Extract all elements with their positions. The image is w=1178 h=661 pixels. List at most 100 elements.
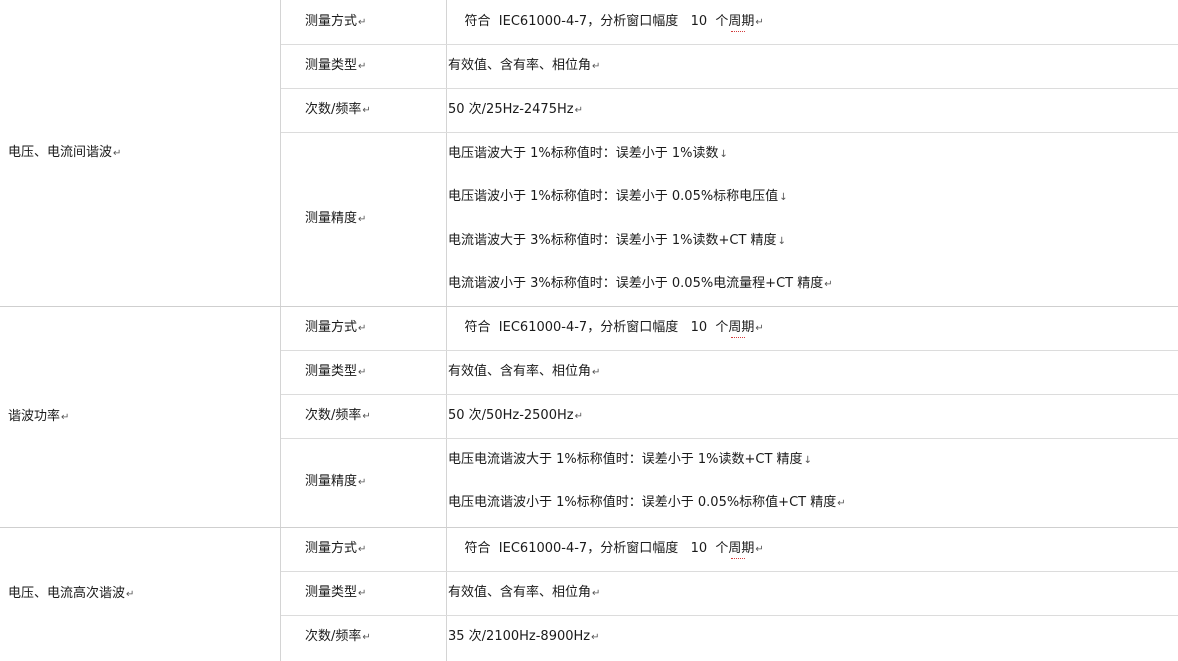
accuracy-line: 电压电流谐波大于 1%标称值时：误差小于 1%读数+CT 精度↓ [448, 452, 812, 469]
row-divider [281, 571, 1178, 572]
paragraph-mark: ↵ [362, 411, 371, 422]
paragraph-mark: ↵ [755, 544, 764, 555]
row-label: 次数/频率↵ [305, 408, 371, 425]
row-label: 测量类型↵ [305, 58, 366, 75]
cell-text: 电流谐波小于 3%标称值时：误差小于 0.05%电流量程+CT 精度 [448, 276, 824, 292]
accuracy-line: 电压谐波大于 1%标称值时：误差小于 1%读数↓ [448, 146, 728, 163]
spellcheck-underline [731, 557, 745, 559]
line-break-mark: ↓ [779, 192, 788, 204]
spellcheck-underline [731, 336, 745, 338]
row-value: 符合 IEC61000-4-7，分析窗口幅度 10 个周期↵ [448, 14, 764, 31]
cell-text: 50 次/50Hz-2500Hz [448, 408, 574, 423]
cell-text: 有效值、含有率、相位角 [448, 58, 592, 73]
cell-text: 电压谐波小于 1%标称值时：误差小于 0.05%标称电压值 [448, 189, 779, 205]
row-divider [281, 438, 1178, 439]
line-break-mark: ↓ [777, 235, 786, 247]
row-value: 有效值、含有率、相位角↵ [448, 364, 600, 381]
cell-text: 谐波功率 [8, 408, 61, 424]
paragraph-mark: ↵ [362, 105, 371, 116]
line-break-mark: ↓ [719, 148, 728, 160]
row-divider [281, 132, 1178, 133]
paragraph-mark: ↵ [592, 61, 601, 72]
cell-text: 次数/频率 [305, 629, 362, 644]
paragraph-mark: ↵ [755, 17, 764, 28]
paragraph-mark: ↵ [358, 323, 367, 334]
row-divider [281, 44, 1178, 45]
row-label: 次数/频率↵ [305, 102, 371, 119]
row-divider [281, 615, 1178, 616]
category-label: 电压、电流高次谐波↵ [8, 586, 134, 603]
cell-text: 35 次/2100Hz-8900Hz [448, 629, 591, 644]
cell-text: 电压、电流高次谐波 [8, 586, 126, 601]
cell-text: 测量方式 [305, 320, 358, 335]
paragraph-mark: ↵ [592, 367, 601, 378]
cell-text: 测量方式 [305, 14, 358, 29]
paragraph-mark: ↵ [358, 61, 367, 72]
cell-text: 电流谐波大于 3%标称值时：误差小于 1%读数+CT 精度 [448, 232, 777, 248]
paragraph-mark: ↵ [61, 411, 70, 423]
section-divider [0, 306, 1178, 307]
row-label: 测量方式↵ [305, 541, 366, 558]
accuracy-line: 电压电流谐波小于 1%标称值时：误差小于 0.05%标称值+CT 精度↵ [448, 495, 846, 512]
paragraph-mark: ↵ [574, 105, 583, 116]
cell-text: 电压、电流间谐波 [8, 145, 113, 160]
cell-text: 次数/频率 [305, 408, 362, 423]
cell-text: 电压谐波大于 1%标称值时：误差小于 1%读数 [448, 145, 719, 161]
category-label: 谐波功率↵ [8, 409, 69, 426]
paragraph-mark: ↵ [755, 323, 764, 334]
cell-text: 符合 IEC61000-4-7，分析窗口幅度 10 个周期 [448, 320, 755, 335]
column-divider [280, 0, 281, 661]
accuracy-line: 电流谐波小于 3%标称值时：误差小于 0.05%电流量程+CT 精度↵ [448, 276, 833, 293]
row-value: 有效值、含有率、相位角↵ [448, 585, 600, 602]
paragraph-mark: ↵ [837, 498, 846, 510]
accuracy-line: 电流谐波大于 3%标称值时：误差小于 1%读数+CT 精度↓ [448, 233, 786, 250]
cell-text: 测量精度 [305, 473, 358, 489]
cell-text: 电压电流谐波小于 1%标称值时：误差小于 0.05%标称值+CT 精度 [448, 495, 837, 511]
paragraph-mark: ↵ [358, 544, 367, 555]
paragraph-mark: ↵ [358, 476, 367, 488]
paragraph-mark: ↵ [358, 588, 367, 599]
cell-text: 次数/频率 [305, 102, 362, 117]
row-divider [281, 88, 1178, 89]
cell-text: 符合 IEC61000-4-7，分析窗口幅度 10 个周期 [448, 14, 755, 29]
cell-text: 测量类型 [305, 585, 358, 600]
spellcheck-underline [731, 30, 745, 32]
cell-text: 测量类型 [305, 58, 358, 73]
row-value: 50 次/25Hz-2475Hz↵ [448, 102, 583, 119]
paragraph-mark: ↵ [592, 588, 601, 599]
paragraph-mark: ↵ [126, 589, 135, 600]
paragraph-mark: ↵ [358, 17, 367, 28]
row-label: 测量方式↵ [305, 320, 366, 337]
paragraph-mark: ↵ [362, 632, 371, 643]
paragraph-mark: ↵ [358, 367, 367, 378]
row-label: 测量类型↵ [305, 585, 366, 602]
section-divider [0, 527, 1178, 528]
row-value: 50 次/50Hz-2500Hz↵ [448, 408, 583, 425]
row-label: 测量方式↵ [305, 14, 366, 31]
row-value: 符合 IEC61000-4-7，分析窗口幅度 10 个周期↵ [448, 320, 764, 337]
row-label: 测量精度↵ [305, 474, 366, 491]
row-label: 次数/频率↵ [305, 629, 371, 646]
cell-text: 有效值、含有率、相位角 [448, 585, 592, 600]
row-value: 35 次/2100Hz-8900Hz↵ [448, 629, 600, 646]
cell-text: 测量精度 [305, 211, 358, 226]
column-divider [446, 0, 447, 661]
paragraph-mark: ↵ [113, 148, 122, 159]
spec-table: 电压、电流间谐波↵ 测量方式↵ 符合 IEC61000-4-7，分析窗口幅度 10… [0, 0, 1178, 661]
paragraph-mark: ↵ [358, 214, 367, 225]
row-value: 有效值、含有率、相位角↵ [448, 58, 600, 75]
paragraph-mark: ↵ [591, 632, 600, 643]
paragraph-mark: ↵ [824, 279, 833, 291]
paragraph-mark: ↵ [574, 411, 583, 422]
row-divider [281, 350, 1178, 351]
row-label: 测量精度↵ [305, 211, 366, 228]
cell-text: 测量类型 [305, 364, 358, 379]
category-label: 电压、电流间谐波↵ [8, 145, 121, 162]
cell-text: 有效值、含有率、相位角 [448, 364, 592, 379]
accuracy-line: 电压谐波小于 1%标称值时：误差小于 0.05%标称电压值↓ [448, 189, 788, 206]
row-value: 符合 IEC61000-4-7，分析窗口幅度 10 个周期↵ [448, 541, 764, 558]
row-label: 测量类型↵ [305, 364, 366, 381]
row-divider [281, 394, 1178, 395]
cell-text: 50 次/25Hz-2475Hz [448, 102, 574, 117]
cell-text: 符合 IEC61000-4-7，分析窗口幅度 10 个周期 [448, 541, 755, 556]
